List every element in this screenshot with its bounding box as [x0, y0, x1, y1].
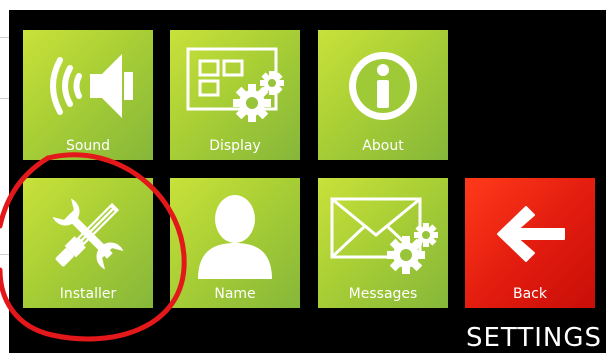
- settings-screen: Sound Display About Installer Name Messa…: [9, 10, 606, 353]
- messages-label: Messages: [348, 286, 418, 302]
- page-edge-line: [0, 98, 9, 99]
- sound-tile[interactable]: Sound: [23, 30, 153, 160]
- about-tile[interactable]: About: [318, 30, 448, 160]
- display-settings-icon: [170, 40, 300, 132]
- back-label: Back: [513, 286, 547, 302]
- person-icon: [170, 188, 300, 280]
- name-tile[interactable]: Name: [170, 178, 300, 308]
- page-edge-line: [0, 254, 9, 255]
- arrow-left-icon: [465, 188, 595, 280]
- sound-label: Sound: [65, 138, 111, 154]
- messages-tile[interactable]: Messages: [318, 178, 448, 308]
- speaker-icon: [23, 40, 153, 132]
- name-label: Name: [214, 286, 256, 302]
- display-tile[interactable]: Display: [170, 30, 300, 160]
- display-label: Display: [209, 138, 261, 154]
- about-label: About: [362, 138, 404, 154]
- installer-label: Installer: [59, 286, 117, 302]
- tools-icon: [23, 188, 153, 280]
- screen-title: SETTINGS: [465, 323, 602, 353]
- back-tile[interactable]: Back: [465, 178, 595, 308]
- info-icon: [318, 40, 448, 132]
- installer-tile[interactable]: Installer: [23, 178, 153, 308]
- envelope-settings-icon: [318, 188, 448, 280]
- page-edge-line: [0, 37, 9, 38]
